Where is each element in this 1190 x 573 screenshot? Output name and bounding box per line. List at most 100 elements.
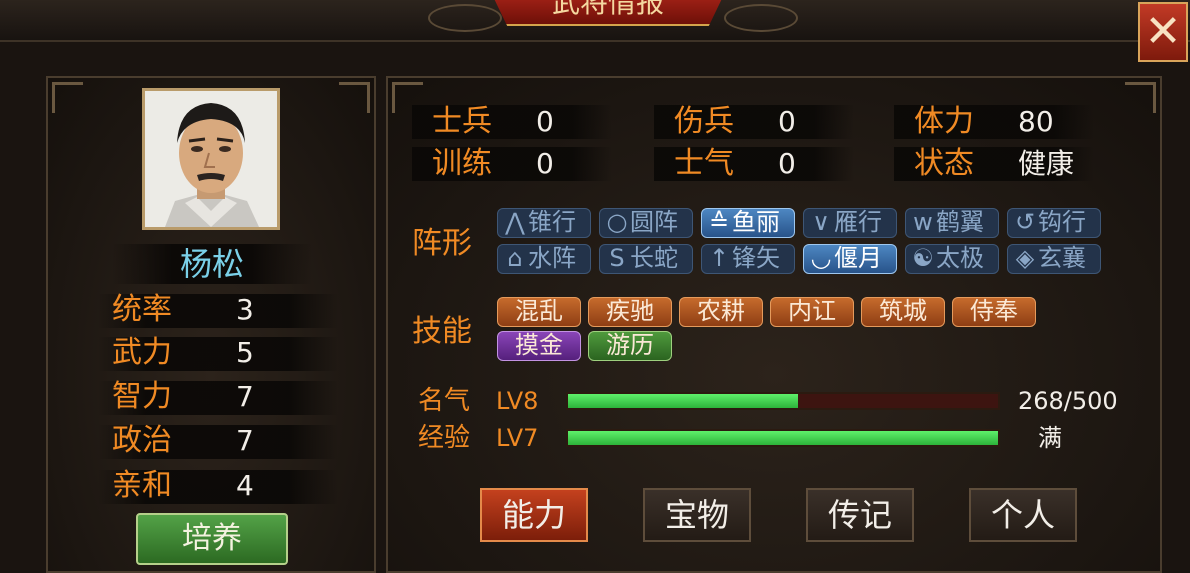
general-portrait — [142, 88, 280, 230]
troop-stat-value: 0 — [536, 105, 554, 138]
wings-icon: w — [913, 208, 933, 236]
stat-label: 统率 — [112, 292, 172, 327]
general-name: 杨松 — [112, 244, 312, 284]
corner-ornament-icon — [52, 82, 83, 113]
tab-personal[interactable]: 个人 — [969, 488, 1077, 542]
skill-badge[interactable]: 侍奉 — [952, 297, 1036, 327]
troop-stat-label: 士兵 — [432, 104, 492, 139]
fame-level: LV8 — [496, 387, 539, 415]
right-ornament-icon — [724, 4, 798, 32]
arrow-up-icon: ⋀ — [505, 208, 525, 236]
fame-row: 名气 LV8 268/500 — [418, 385, 1138, 417]
formation-item[interactable]: ⌂ 水阵 — [497, 244, 591, 274]
house-icon: ⌂ — [507, 244, 523, 272]
stat-row-intelligence: 智力 7 — [98, 377, 338, 417]
experience-progress-text: 满 — [1038, 424, 1062, 452]
formation-item-label: 圆阵 — [630, 208, 678, 236]
formation-item-label: 雁行 — [834, 208, 882, 236]
stat-label: 武力 — [112, 335, 172, 370]
skill-badge[interactable]: 疾驰 — [588, 297, 672, 327]
fame-progress-text: 268/500 — [1018, 387, 1118, 415]
troop-stat-value: 0 — [778, 105, 796, 138]
troop-stat-status: 状态 健康 — [894, 144, 1094, 184]
train-button[interactable]: 培养 — [136, 513, 288, 565]
stat-label: 亲和 — [112, 468, 172, 503]
formation-item-label: 长蛇 — [630, 244, 678, 272]
experience-label: 经验 — [418, 423, 471, 453]
troop-stat-value: 健康 — [1018, 147, 1075, 180]
formation-item[interactable]: ◈ 玄襄 — [1007, 244, 1101, 274]
formation-item-label: 玄襄 — [1038, 244, 1086, 272]
troop-stat-training: 训练 0 — [412, 144, 612, 184]
skill-badge[interactable]: 摸金 — [497, 331, 581, 361]
formation-item-label: 鱼丽 — [732, 208, 780, 236]
formation-item-label: 偃月 — [834, 244, 882, 272]
troop-stat-soldiers: 士兵 0 — [412, 102, 612, 142]
taiji-icon: ☯ — [912, 244, 934, 272]
formation-item-label: 鹤翼 — [936, 208, 984, 236]
corner-ornament-icon — [339, 82, 370, 113]
experience-level: LV7 — [496, 424, 539, 452]
formation-item[interactable]: ↺ 钩行 — [1007, 208, 1101, 238]
stat-label: 政治 — [112, 423, 172, 458]
experience-progress-fill — [568, 431, 998, 445]
skill-badge[interactable]: 筑城 — [861, 297, 945, 327]
stat-label: 智力 — [112, 379, 172, 414]
troop-stat-label: 士气 — [674, 146, 734, 181]
troop-stat-value: 0 — [536, 147, 554, 180]
formation-item[interactable]: S 长蛇 — [599, 244, 693, 274]
formation-item[interactable]: w 鹤翼 — [905, 208, 999, 238]
experience-row: 经验 LV7 满 — [418, 422, 1138, 454]
formation-item-label: 水阵 — [528, 244, 576, 272]
troop-stat-stamina: 体力 80 — [894, 102, 1094, 142]
skill-badge[interactable]: 混乱 — [497, 297, 581, 327]
formation-item-label: 锥行 — [528, 208, 576, 236]
troop-stat-label: 体力 — [914, 104, 974, 139]
formation-item[interactable]: ⋀ 锥行 — [497, 208, 591, 238]
tab-ability[interactable]: 能力 — [480, 488, 588, 542]
formation-item[interactable]: ○ 圆阵 — [599, 208, 693, 238]
troop-stat-label: 状态 — [914, 146, 974, 181]
stat-value: 5 — [236, 336, 254, 369]
circle-icon: ○ — [606, 208, 628, 236]
troop-stat-morale: 士气 0 — [654, 144, 854, 184]
formation-item-label: 太极 — [936, 244, 984, 272]
experience-progress-bar — [566, 429, 1000, 447]
formation-item[interactable]: ◡ 偃月 — [803, 244, 897, 274]
portrait-image — [145, 91, 277, 227]
left-ornament-icon — [428, 4, 502, 32]
stat-value: 4 — [236, 469, 254, 502]
stat-row-charisma: 亲和 4 — [98, 466, 338, 506]
stat-value: 7 — [236, 380, 254, 413]
arrow-icon: ↑ — [708, 244, 730, 272]
troop-stat-label: 伤兵 — [674, 104, 734, 139]
stat-row-politics: 政治 7 — [98, 421, 338, 461]
formation-item[interactable]: ≙ 鱼丽 — [701, 208, 795, 238]
fame-progress-bar — [566, 392, 1000, 410]
tab-treasure[interactable]: 宝物 — [643, 488, 751, 542]
troop-stat-value: 80 — [1018, 105, 1054, 138]
skill-badge[interactable]: 游历 — [588, 331, 672, 361]
formation-item-label: 锋矢 — [732, 244, 780, 272]
formation-item[interactable]: ∨ 雁行 — [803, 208, 897, 238]
formation-item[interactable]: ☯太极 — [905, 244, 999, 274]
fame-progress-fill — [568, 394, 799, 408]
stat-row-command: 统率 3 — [98, 290, 338, 330]
skill-badge[interactable]: 内讧 — [770, 297, 854, 327]
fame-label: 名气 — [418, 386, 471, 416]
close-button[interactable]: ✕ — [1138, 2, 1188, 62]
diamond-icon: ◈ — [1015, 244, 1035, 272]
window-title: 武将情报 — [488, 0, 728, 26]
crescent-icon: ◡ — [810, 244, 832, 272]
chevrons-up-icon: ≙ — [708, 208, 730, 236]
tab-biography[interactable]: 传记 — [806, 488, 914, 542]
stat-row-force: 武力 5 — [98, 333, 338, 373]
skill-badge[interactable]: 农耕 — [679, 297, 763, 327]
formation-item[interactable]: ↑ 锋矢 — [701, 244, 795, 274]
troop-stat-label: 训练 — [432, 146, 492, 181]
v-shape-icon: ∨ — [812, 208, 830, 236]
stat-value: 3 — [236, 293, 254, 326]
corner-ornament-icon — [1125, 82, 1156, 113]
formation-label: 阵形 — [412, 226, 472, 261]
stat-value: 7 — [236, 424, 254, 457]
